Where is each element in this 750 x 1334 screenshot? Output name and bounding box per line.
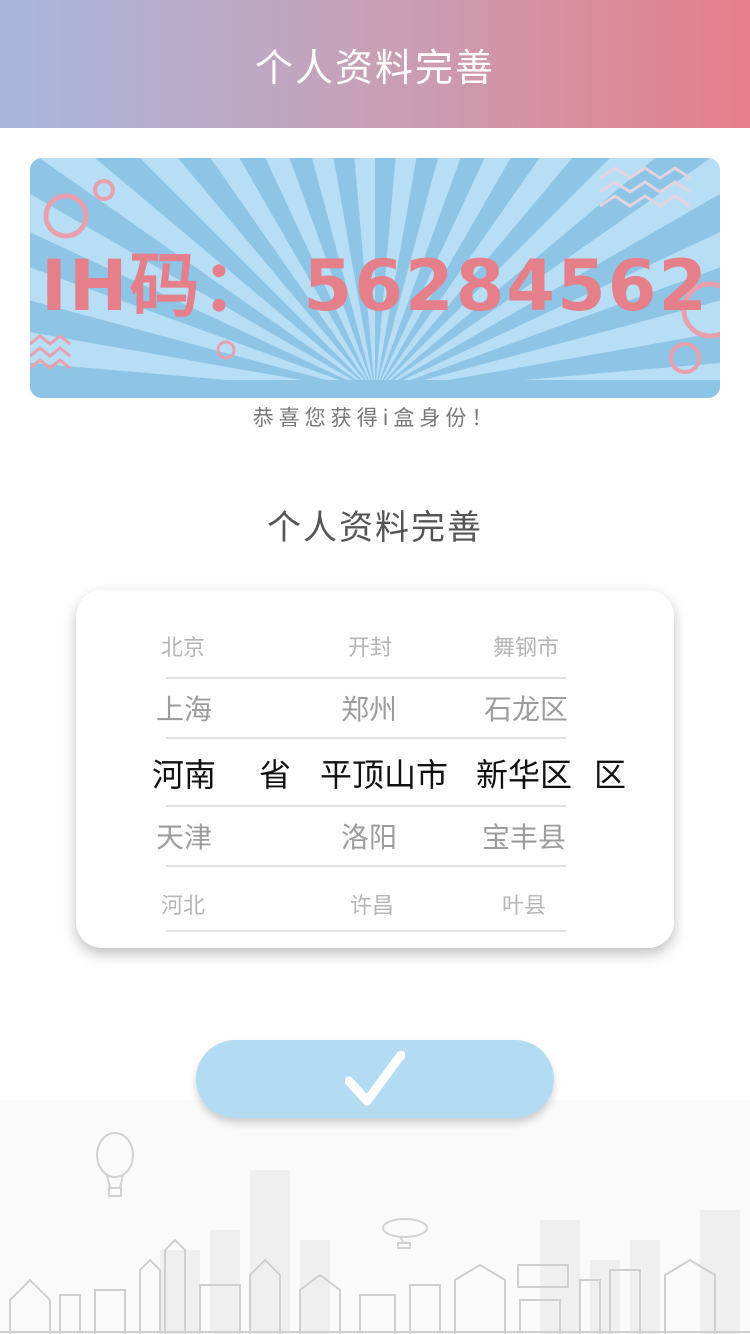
ih-code-banner: IH码： 56284562 [30,158,720,398]
district-option[interactable]: 叶县 [502,888,546,920]
city-option[interactable]: 郑州 [341,688,397,728]
city-option[interactable]: 开封 [348,630,392,662]
province-option[interactable]: 上海 [156,688,212,728]
picker-divider [166,805,566,807]
header-bar: 个人资料完善 [0,0,750,128]
picker-divider [166,865,566,867]
district-option[interactable]: 石龙区 [484,688,568,728]
district-option[interactable]: 舞钢市 [493,630,559,662]
district-unit: 区 [594,756,627,794]
ih-code-value: 56284562 [303,245,710,327]
province-unit: 省 [259,756,292,794]
city-option[interactable]: 许昌 [350,888,394,920]
picker-divider [166,737,566,739]
selected-district[interactable]: 新华区 [476,750,572,796]
ih-code: IH码： 56284562 [30,230,720,331]
congrats-text: 恭喜您获得i盒身份！ [252,406,498,430]
check-icon [345,1051,405,1106]
selected-province[interactable]: 河南 [152,750,216,796]
picker-divider [166,677,566,679]
picker-divider [166,930,566,932]
section-title: 个人资料完善 [267,508,483,548]
city-skyline-illustration [0,1100,750,1334]
province-option[interactable]: 北京 [161,630,205,662]
header-title: 个人资料完善 [254,45,495,90]
confirm-button[interactable] [196,1040,554,1118]
province-option[interactable]: 河北 [161,888,205,920]
district-option[interactable]: 宝丰县 [482,816,566,856]
selected-city[interactable]: 平顶山市 [320,750,448,796]
region-picker[interactable]: 北京 开封 舞钢市 上海 郑州 石龙区 河南 省 平顶山市 新华区 区 天津 洛… [76,590,674,948]
ih-code-label: IH码： [40,245,274,327]
province-option[interactable]: 天津 [156,816,212,856]
city-option[interactable]: 洛阳 [341,816,397,856]
